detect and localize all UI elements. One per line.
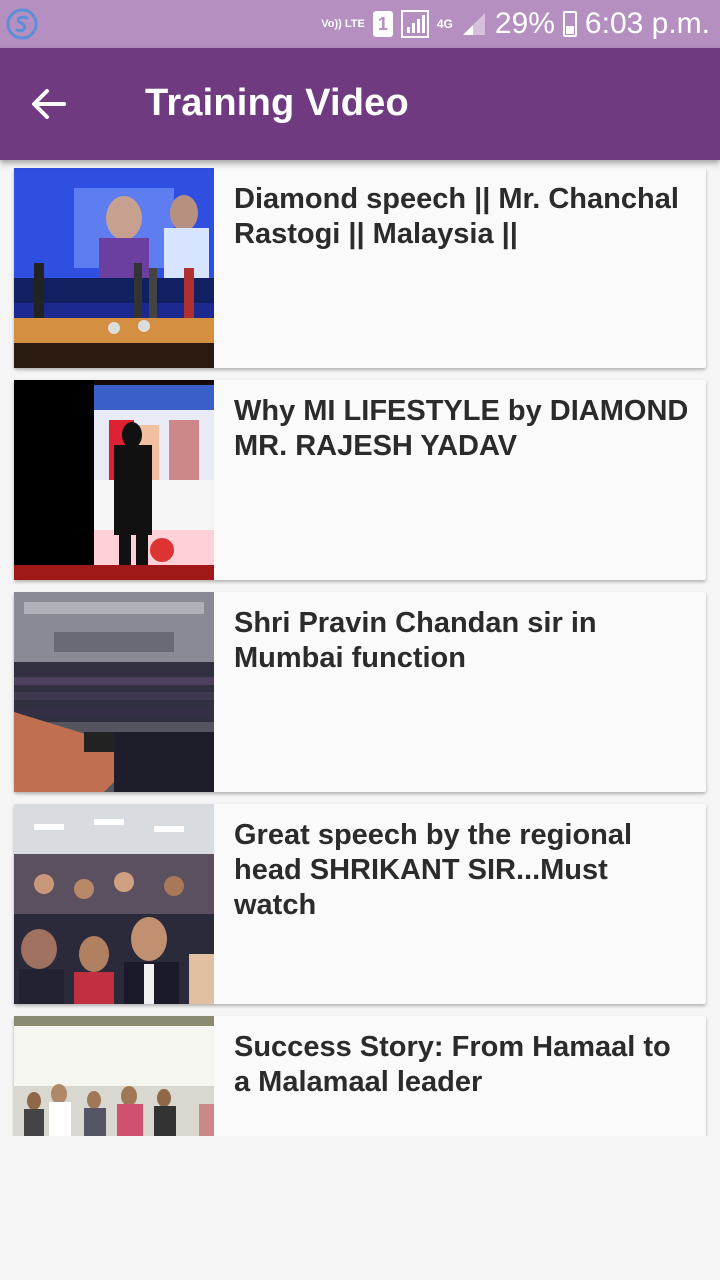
video-item[interactable]: Diamond speech || Mr. Chanchal Rastogi |… <box>14 168 706 368</box>
network-type: 4G <box>436 17 453 31</box>
video-title: Diamond speech || Mr. Chanchal Rastogi |… <box>234 183 679 250</box>
back-arrow-icon[interactable] <box>24 80 72 128</box>
page-title: Training Video <box>145 82 409 124</box>
battery-icon <box>562 11 577 37</box>
clock: 6:03 p.m. <box>584 7 710 40</box>
video-item[interactable]: Success Story: From Hamaal to a Malamaal… <box>14 1016 706 1136</box>
video-thumbnail[interactable] <box>14 1016 214 1136</box>
video-title: Why MI LIFESTYLE by DIAMOND MR. RAJESH Y… <box>234 395 689 462</box>
video-item[interactable]: Great speech by the regional head SHRIKA… <box>14 804 706 1004</box>
video-thumbnail[interactable] <box>14 592 214 792</box>
video-thumbnail[interactable] <box>14 168 214 368</box>
cell-signal-icon <box>462 13 485 35</box>
battery-percent: 29% <box>494 7 555 40</box>
status-bar: Vo)) LTE 1 4G 29% 6:03 p.m. <box>0 0 720 48</box>
video-title: Success Story: From Hamaal to a Malamaal… <box>234 1031 671 1098</box>
sim-indicator: 1 <box>372 11 393 37</box>
signal-icon <box>400 10 429 38</box>
app-bar: Training Video <box>0 48 720 160</box>
empty-area <box>0 1136 720 1280</box>
video-list[interactable]: Diamond speech || Mr. Chanchal Rastogi |… <box>0 160 720 1136</box>
volte-indicator: Vo)) LTE <box>321 18 365 30</box>
video-title: Shri Pravin Chandan sir in Mumbai functi… <box>234 607 597 674</box>
video-thumbnail[interactable] <box>14 380 214 580</box>
app-logo-icon <box>6 8 38 40</box>
video-item[interactable]: Shri Pravin Chandan sir in Mumbai functi… <box>14 592 706 792</box>
video-title: Great speech by the regional head SHRIKA… <box>234 819 633 921</box>
video-item[interactable]: Why MI LIFESTYLE by DIAMOND MR. RAJESH Y… <box>14 380 706 580</box>
video-thumbnail[interactable] <box>14 804 214 1004</box>
